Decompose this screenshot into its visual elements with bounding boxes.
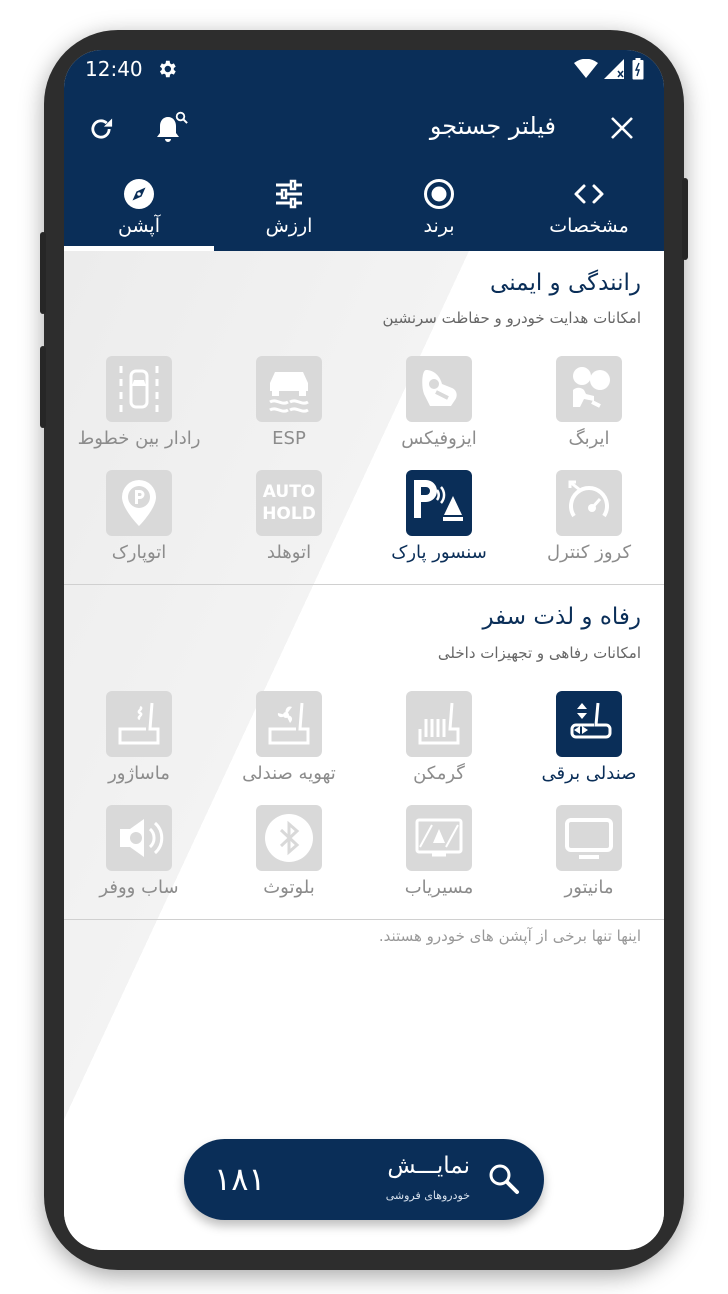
option-auto-hold[interactable]: AUTO HOLD اتوهلد: [214, 470, 364, 580]
option-monitor[interactable]: مانیتور: [514, 805, 664, 915]
bell-search-icon: [157, 111, 188, 142]
auto-hold-text: HOLD: [262, 504, 316, 524]
sliders-icon: [274, 177, 304, 211]
phone-side-button: [40, 346, 46, 428]
auto-hold-text: AUTO: [262, 482, 316, 502]
option-label: ایزوفیکس: [401, 428, 477, 449]
section-subtitle: امکانات هدایت خودرو و حفاظت سرنشین: [382, 309, 642, 327]
status-indicators: [574, 58, 644, 80]
section-divider: [64, 919, 664, 920]
tab-specs[interactable]: مشخصات: [514, 170, 664, 251]
option-label: ایربگ: [568, 428, 610, 449]
signal-icon: [604, 59, 624, 79]
airbag-icon: [556, 356, 622, 422]
isofix-icon: [406, 356, 472, 422]
refresh-button[interactable]: [84, 112, 118, 146]
option-navigation[interactable]: مسیریاب: [364, 805, 514, 915]
options-note: اینها تنها برخی از آپشن های خودرو هستند.: [378, 927, 641, 945]
option-label: مانیتور: [564, 877, 614, 898]
option-seat-ventilation[interactable]: تهویه صندلی: [214, 691, 364, 801]
seat-heater-icon: [406, 691, 472, 757]
option-airbag[interactable]: ایربگ: [514, 356, 664, 466]
option-label: سنسور پارک: [391, 542, 487, 563]
option-label: رادار بین خطوط: [77, 428, 201, 449]
section-divider: [64, 584, 664, 585]
option-seat-heater[interactable]: گرمکن: [364, 691, 514, 801]
section-title: رفاه و لذت سفر: [482, 604, 641, 630]
option-seat-massage[interactable]: ماساژور: [64, 691, 214, 801]
tab-label: آپشن: [118, 215, 160, 237]
option-label: کروز کنترل: [546, 542, 632, 563]
option-label: تهویه صندلی: [242, 763, 336, 784]
seat-ventilation-icon: [256, 691, 322, 757]
option-label: ماساژور: [108, 763, 170, 784]
auto-hold-icon: AUTO HOLD: [256, 470, 322, 536]
compass-icon: [123, 177, 155, 211]
phone-side-button: [682, 178, 688, 260]
option-label: صندلی برقی: [541, 763, 637, 784]
search-icon: [489, 1164, 519, 1194]
close-icon: [611, 117, 633, 139]
option-label: اتوهلد: [266, 542, 312, 563]
monitor-icon: [556, 805, 622, 871]
cruise-control-icon: [556, 470, 622, 536]
option-label: گرمکن: [413, 763, 465, 784]
settings-gear-icon: [159, 60, 176, 78]
esp-icon: [256, 356, 322, 422]
phone-side-button: [40, 232, 46, 314]
bluetooth-icon: [256, 805, 322, 871]
section-subtitle: امکانات رفاهی و تجهیزات داخلی: [437, 644, 641, 662]
saved-search-alert-button[interactable]: [152, 110, 192, 148]
tab-label: مشخصات: [549, 215, 629, 237]
wifi-icon: [574, 59, 598, 78]
lane-radar-icon: [106, 356, 172, 422]
option-cruise-control[interactable]: کروز کنترل: [514, 470, 664, 580]
option-park-sensor[interactable]: سنسور پارک: [364, 470, 514, 580]
option-label: اتوپارک: [111, 542, 167, 563]
show-results-button[interactable]: ۱۸۱ نمایـــش خودروهای فروشی: [184, 1139, 544, 1220]
show-results-label: نمایـــش: [387, 1153, 470, 1179]
subwoofer-icon: [106, 805, 172, 871]
option-bluetooth[interactable]: بلوتوث: [214, 805, 364, 915]
navigation-icon: [406, 805, 472, 871]
battery-icon: [632, 58, 644, 80]
section-title: رانندگی و ایمنی: [490, 270, 641, 296]
option-label: بلوتوث: [263, 877, 315, 898]
app-header: 12:40 فیلتر جستجو آپشن ارزش برند مشخصات: [64, 50, 664, 251]
option-lane-radar[interactable]: رادار بین خطوط: [64, 356, 214, 466]
tab-price[interactable]: ارزش: [214, 170, 364, 251]
park-sensor-icon: [406, 470, 472, 536]
tab-options[interactable]: آپشن: [64, 170, 214, 251]
page-title: فیلتر جستجو: [429, 112, 556, 140]
seat-massage-icon: [106, 691, 172, 757]
app-screen: 12:40 فیلتر جستجو آپشن ارزش برند مشخصات …: [64, 50, 664, 1250]
option-esp[interactable]: ESP: [214, 356, 364, 466]
status-time: 12:40: [85, 57, 143, 81]
power-seat-icon: [556, 691, 622, 757]
option-subwoofer[interactable]: ساب ووفر: [64, 805, 214, 915]
option-label: ESP: [272, 428, 306, 449]
tab-label: ارزش: [265, 215, 313, 237]
option-auto-park[interactable]: اتوپارک: [64, 470, 214, 580]
code-brackets-icon: [573, 177, 605, 211]
show-results-sublabel: خودروهای فروشی: [385, 1189, 470, 1202]
option-isofix[interactable]: ایزوفیکس: [364, 356, 514, 466]
auto-park-icon: [106, 470, 172, 536]
results-count: ۱۸۱: [214, 1160, 266, 1198]
option-label: ساب ووفر: [99, 877, 179, 898]
options-content: رانندگی و ایمنی امکانات هدایت خودرو و حف…: [64, 251, 664, 1250]
option-label: مسیریاب: [404, 877, 474, 898]
close-button[interactable]: [606, 112, 638, 144]
radio-target-icon: [423, 177, 455, 211]
tab-brand[interactable]: برند: [364, 170, 514, 251]
filter-tabs: آپشن ارزش برند مشخصات: [64, 170, 664, 251]
tab-label: برند: [423, 215, 455, 237]
refresh-icon: [91, 118, 113, 139]
option-power-seat[interactable]: صندلی برقی: [514, 691, 664, 801]
